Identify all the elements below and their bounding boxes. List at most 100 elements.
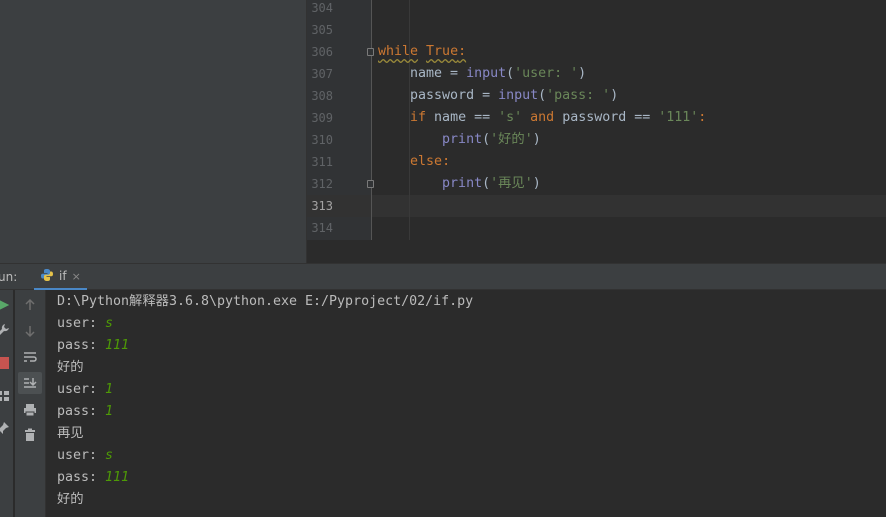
console-prompt: user: — [57, 382, 106, 397]
console-line: user: 1 — [57, 379, 113, 401]
gutter-separator — [371, 0, 372, 240]
python-icon — [40, 267, 54, 286]
console-prompt: pass: — [57, 338, 106, 353]
console-line: 好的 — [57, 489, 84, 511]
close-icon[interactable]: × — [72, 270, 81, 283]
punctuation: : — [442, 154, 451, 169]
string-literal: 's' — [498, 110, 523, 125]
wrench-icon[interactable] — [0, 321, 12, 339]
code-line-312[interactable]: print('再见') — [378, 173, 541, 195]
console-user-input: s — [105, 316, 114, 331]
console-line: pass: 1 — [57, 401, 113, 423]
line-number: 311 — [311, 155, 333, 169]
console-command-line: D:\Python解释器3.6.8\python.exe E:/Pyprojec… — [57, 294, 474, 309]
run-label: un: — [0, 270, 18, 284]
string-literal: '再见' — [490, 176, 533, 191]
console-line: 好的 — [57, 357, 84, 379]
soft-wrap-icon[interactable] — [21, 348, 39, 366]
arrow-down-icon[interactable] — [21, 322, 39, 340]
line-number: 312 — [311, 177, 333, 191]
punctuation: ) — [578, 66, 587, 81]
line-number: 305 — [311, 23, 333, 37]
tab-run-if[interactable]: if × — [34, 264, 87, 291]
console-line: user: s — [57, 445, 113, 467]
string-literal: '111' — [658, 110, 699, 125]
keyword: while — [378, 44, 419, 59]
console-line: pass: 111 — [57, 467, 129, 489]
print-icon[interactable] — [21, 401, 39, 419]
console-prompt: user: — [57, 316, 106, 331]
console-line: user: s — [57, 313, 113, 335]
keyword: else — [410, 154, 443, 169]
code-line-307[interactable]: name = input('user: ') — [378, 63, 586, 85]
code-text: password == — [554, 110, 659, 125]
run-left-toolbar — [0, 290, 13, 517]
fold-close-icon[interactable] — [367, 180, 374, 188]
console-output-text: 好的 — [57, 360, 84, 375]
line-number: 309 — [311, 111, 333, 125]
tab-label: if — [59, 269, 67, 283]
stop-icon[interactable] — [0, 354, 12, 372]
console-user-input: s — [105, 448, 114, 463]
code-line-309[interactable]: if name == 's' and password == '111': — [378, 107, 706, 129]
console-output-text: 再见 — [57, 426, 84, 441]
console-user-input: 1 — [105, 382, 114, 397]
code-text: name = — [410, 66, 467, 81]
line-number: 304 — [311, 1, 333, 15]
punctuation: : — [458, 44, 467, 59]
console-user-input: 111 — [105, 470, 130, 485]
punctuation: ( — [482, 132, 491, 147]
keyword: if — [410, 110, 427, 125]
builtin-function: print — [442, 132, 483, 147]
string-literal: '好的' — [490, 132, 533, 147]
scroll-to-end-icon[interactable] — [18, 372, 42, 394]
trash-icon[interactable] — [21, 426, 39, 444]
code-text: password = — [410, 88, 499, 103]
editor-bottom-area — [307, 240, 886, 263]
line-number: 307 — [311, 67, 333, 81]
console-prompt: user: — [57, 448, 106, 463]
console-line: 再见 — [57, 423, 84, 445]
line-number: 308 — [311, 89, 333, 103]
builtin-function: input — [466, 66, 507, 81]
run-tool-window-header: un: if × — [0, 263, 886, 291]
console-prompt: pass: — [57, 470, 106, 485]
console-user-input: 111 — [105, 338, 130, 353]
project-pane — [0, 0, 306, 263]
punctuation: ) — [532, 132, 541, 147]
code-line-306[interactable]: while True: — [378, 41, 466, 63]
console-output-text: 好的 — [57, 492, 84, 507]
code-line-308[interactable]: password = input('pass: ') — [378, 85, 618, 107]
console-output[interactable] — [46, 290, 886, 517]
keyword: True — [426, 44, 459, 59]
line-number: 314 — [311, 221, 333, 235]
punctuation: ) — [532, 176, 541, 191]
code-line-310[interactable]: print('好的') — [378, 129, 541, 151]
pin-icon[interactable] — [0, 419, 12, 437]
line-number-current: 313 — [311, 199, 333, 213]
console-line: pass: 111 — [57, 335, 129, 357]
builtin-function: input — [498, 88, 539, 103]
fold-open-icon[interactable] — [367, 48, 374, 56]
builtin-function: print — [442, 176, 483, 191]
console-user-input: 1 — [105, 404, 114, 419]
string-literal: 'pass: ' — [546, 88, 611, 103]
line-number: 306 — [311, 45, 333, 59]
console-prompt: pass: — [57, 404, 106, 419]
code-line-311[interactable]: else: — [378, 151, 450, 173]
code-text: name == — [426, 110, 499, 125]
arrow-up-icon[interactable] — [21, 296, 39, 314]
layout-icon[interactable] — [0, 387, 12, 405]
rerun-icon[interactable] — [0, 296, 12, 314]
punctuation: ) — [610, 88, 619, 103]
string-literal: 'user: ' — [514, 66, 579, 81]
punctuation: ( — [482, 176, 491, 191]
